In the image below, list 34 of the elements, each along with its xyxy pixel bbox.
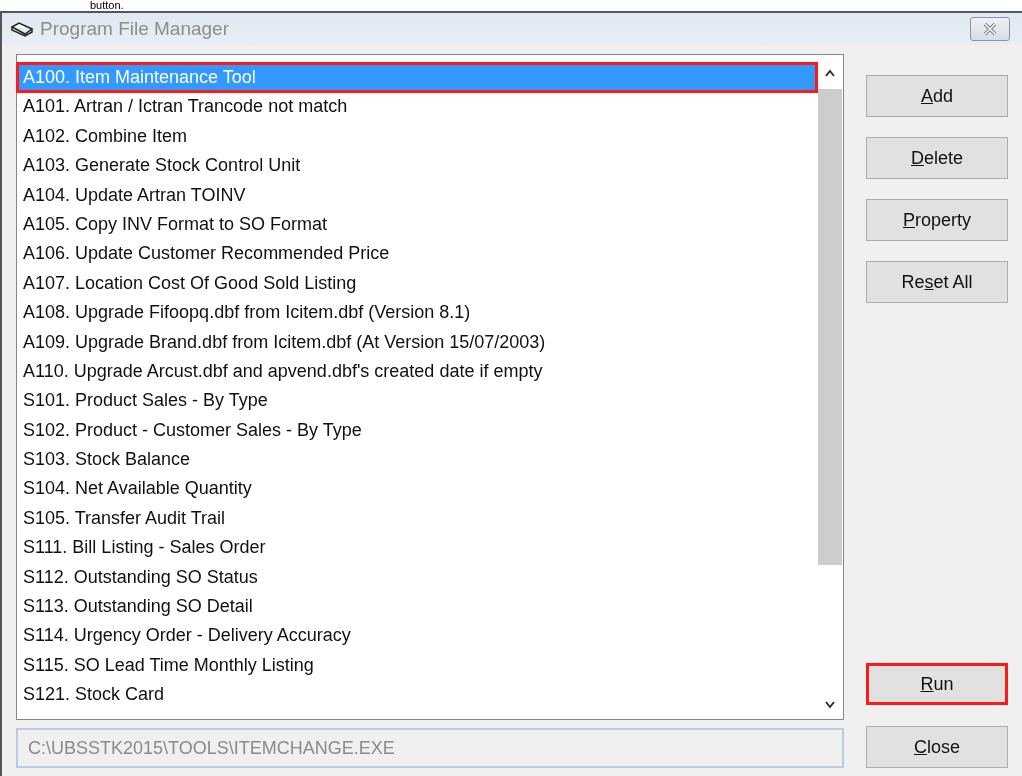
- program-item[interactable]: A104. Update Artran TOINV: [17, 180, 817, 210]
- caption-fragment: button.: [89, 0, 125, 11]
- dialog-button[interactable]: Add: [866, 75, 1008, 117]
- program-item[interactable]: S105. Transfer Audit Trail: [17, 503, 817, 534]
- program-item[interactable]: S111. Bill Listing - Sales Order: [17, 533, 817, 563]
- window-title: Program File Manager: [40, 18, 231, 40]
- program-item[interactable]: S102. Product - Customer Sales - By Type: [17, 415, 817, 446]
- program-item[interactable]: A108. Upgrade Fifoopq.dbf from Icitem.dbf (Version 8.1): [17, 298, 817, 328]
- program-item[interactable]: S121. Stock Card: [17, 680, 817, 710]
- scroll-down-icon[interactable]: [824, 701, 836, 709]
- program-item[interactable]: S112. Outstanding SO Status: [17, 562, 817, 593]
- program-item[interactable]: A110. Upgrade Arcust.dbf and apvend.dbf's created date if empty: [17, 356, 817, 387]
- program-item[interactable]: S114. Urgency Order - Delivery Accuracy: [17, 621, 817, 651]
- scrollbar-thumb[interactable]: [818, 89, 842, 565]
- program-item[interactable]: A107. Location Cost Of Good Sold Listing: [17, 268, 817, 299]
- book-icon: [10, 21, 34, 37]
- dialog-button[interactable]: Reset All: [866, 261, 1008, 303]
- program-item[interactable]: S113. Outstanding SO Detail: [17, 592, 817, 622]
- dialog-button[interactable]: Close: [866, 726, 1008, 768]
- program-item[interactable]: S101. Product Sales - By Type: [17, 386, 817, 416]
- program-item[interactable]: A106. Update Customer Recommended Price: [17, 239, 817, 269]
- close-button[interactable]: [970, 17, 1010, 41]
- program-item[interactable]: A109. Upgrade Brand.dbf from Icitem.dbf (At Version 15/07/2003): [17, 327, 817, 357]
- program-item[interactable]: A105. Copy INV Format to SO Format: [17, 209, 817, 240]
- dialog-button[interactable]: Property: [866, 199, 1008, 241]
- scroll-up-icon[interactable]: [824, 69, 836, 77]
- dialog-button[interactable]: Delete: [866, 137, 1008, 179]
- program-item[interactable]: S104. Net Available Quantity: [17, 474, 817, 504]
- program-item[interactable]: A102. Combine Item: [17, 121, 817, 152]
- program-item[interactable]: A103. Generate Stock Control Unit: [17, 151, 817, 181]
- dialog-button[interactable]: Run: [866, 663, 1008, 705]
- program-item[interactable]: S103. Stock Balance: [17, 445, 817, 475]
- program-item[interactable]: A101. Artran / Ictran Trancode not match: [17, 92, 817, 122]
- program-item[interactable]: S115. SO Lead Time Monthly Listing: [17, 650, 817, 681]
